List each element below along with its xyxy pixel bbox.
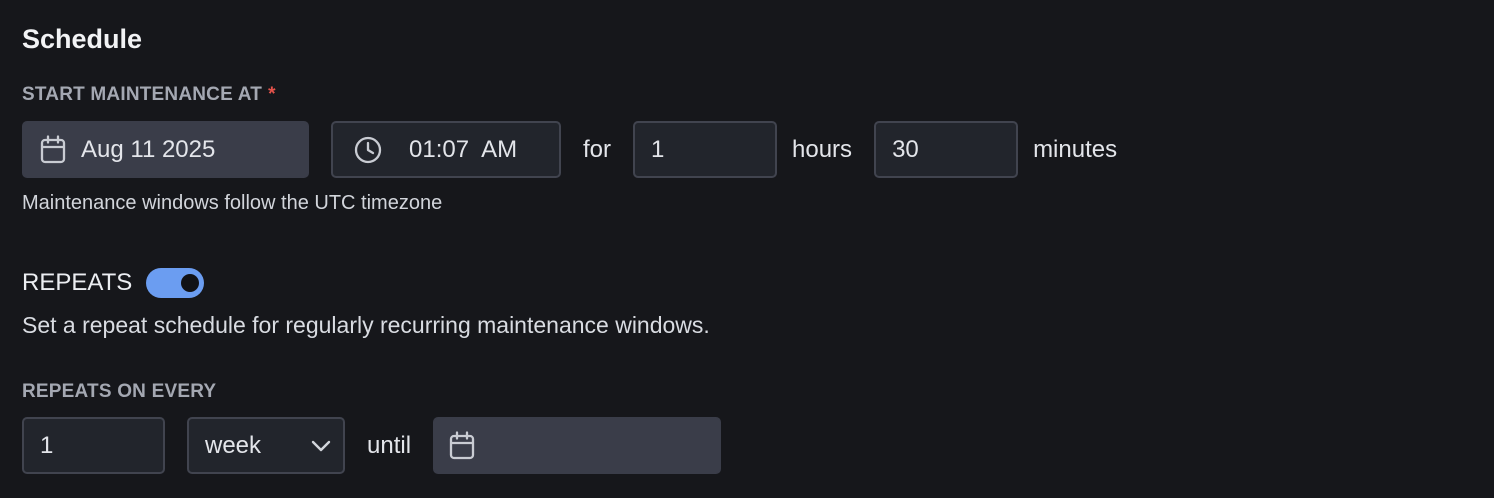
repeats-on-every-row: 1 week until [22, 417, 722, 474]
minutes-text: minutes [1033, 135, 1118, 163]
duration-minutes-input[interactable]: 30 [874, 121, 1019, 178]
repeat-interval-value: 1 [40, 431, 54, 459]
start-maintenance-label: START MAINTENANCE AT * [22, 84, 276, 106]
repeat-until-date-picker[interactable] [433, 417, 722, 474]
repeats-on-every-label: REPEATS ON EVERY [22, 381, 217, 402]
maintenance-schedule-form: Schedule START MAINTENANCE AT * Aug 11 20… [0, 0, 1494, 498]
start-time-value: 01:07 AM [409, 135, 518, 163]
for-text: for [583, 135, 612, 163]
repeat-unit-value: week [205, 431, 262, 459]
calendar-icon [448, 430, 476, 461]
required-indicator: * [268, 84, 276, 105]
clock-icon [353, 135, 383, 165]
start-time-picker[interactable]: 01:07 AM [331, 121, 561, 178]
chevron-down-icon [311, 439, 331, 453]
start-date-picker[interactable]: Aug 11 2025 [22, 121, 309, 178]
start-maintenance-row: Aug 11 2025 01:07 AM for 1 hours 30 minu… [22, 121, 1117, 178]
duration-hours-value: 1 [651, 135, 665, 163]
repeats-toggle[interactable] [146, 268, 205, 298]
until-text: until [367, 431, 412, 459]
schedule-title: Schedule [22, 24, 143, 54]
calendar-icon [39, 134, 67, 165]
repeats-toggle-row: REPEATS [22, 268, 205, 298]
start-date-value: Aug 11 2025 [81, 135, 216, 163]
start-maintenance-label-text: START MAINTENANCE AT [22, 84, 263, 105]
duration-minutes-value: 30 [892, 135, 919, 163]
repeats-label: REPEATS [22, 269, 133, 296]
hours-text: hours [792, 135, 853, 163]
duration-hours-input[interactable]: 1 [633, 121, 778, 178]
timezone-note: Maintenance windows follow the UTC timez… [22, 192, 443, 214]
toggle-knob [181, 274, 200, 292]
repeat-unit-select[interactable]: week [187, 417, 345, 474]
repeat-interval-input[interactable]: 1 [22, 417, 165, 474]
repeats-description: Set a repeat schedule for regularly recu… [22, 312, 710, 338]
